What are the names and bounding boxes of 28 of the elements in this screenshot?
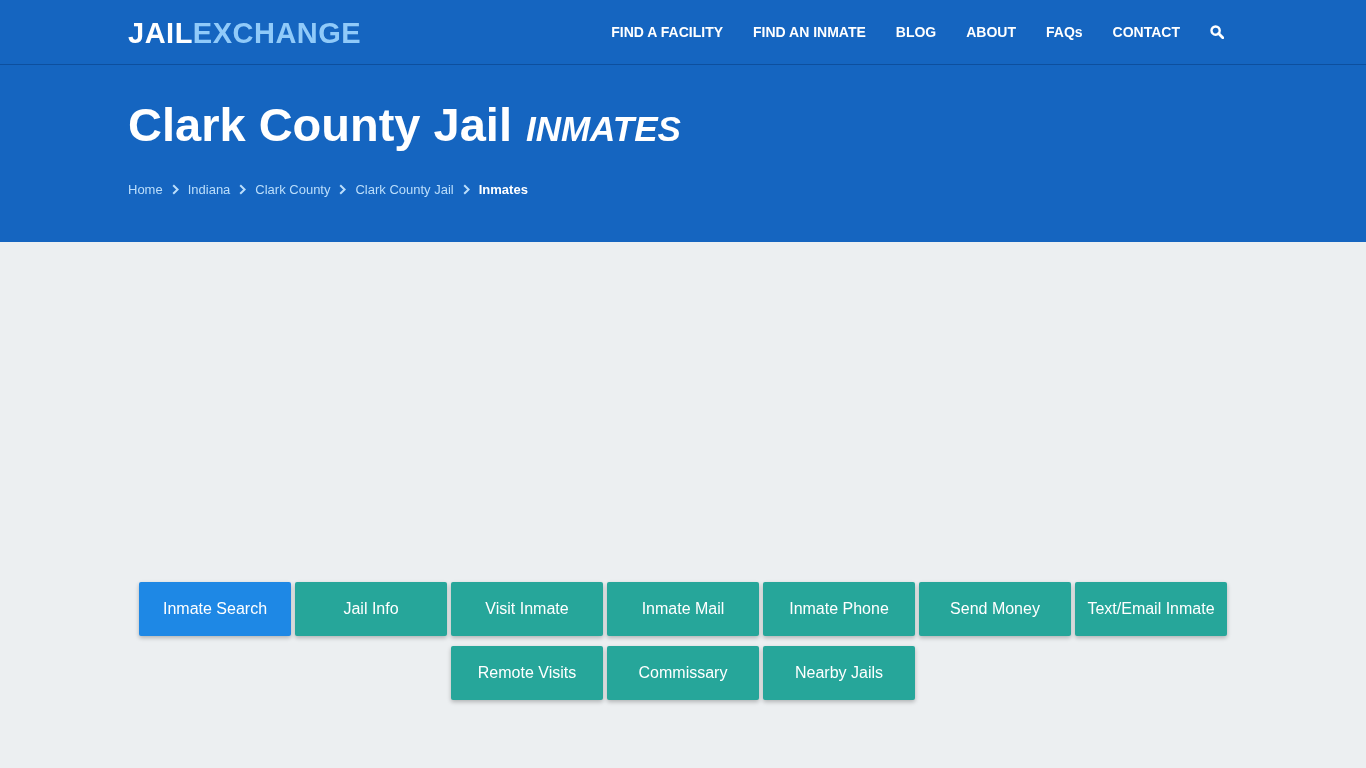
breadcrumb-link[interactable]: Home (128, 180, 163, 200)
nav-link[interactable]: FIND A FACILITY (611, 21, 723, 43)
action-button[interactable]: Visit Inmate (451, 582, 603, 636)
action-button[interactable]: Send Money (919, 582, 1071, 636)
action-button[interactable]: Inmate Search (139, 582, 291, 636)
nav-link[interactable]: FAQs (1046, 21, 1083, 43)
action-button[interactable]: Nearby Jails (763, 646, 915, 700)
breadcrumb-link[interactable]: Indiana (187, 180, 231, 200)
nav-link[interactable]: CONTACT (1112, 21, 1180, 43)
chevron-right-icon (339, 184, 347, 196)
nav-link[interactable]: ABOUT (966, 21, 1016, 43)
chevron-right-icon (462, 184, 470, 196)
nav-link[interactable]: FIND AN INMATE (753, 21, 866, 43)
breadcrumb-link[interactable]: Clark County Jail (355, 180, 454, 200)
action-button[interactable]: Text/Email Inmate (1075, 582, 1227, 636)
chevron-right-icon (239, 184, 247, 196)
site-logo[interactable]: JAILEXCHANGE (128, 18, 362, 48)
search-icon[interactable] (1210, 25, 1224, 39)
breadcrumb-link[interactable]: Inmates (478, 180, 528, 200)
page-subtitle: INMATES (525, 111, 681, 146)
action-button[interactable]: Inmate Mail (607, 582, 759, 636)
nav-link[interactable]: BLOG (895, 21, 937, 43)
action-button[interactable]: Remote Visits (451, 646, 603, 700)
breadcrumb-link[interactable]: Clark County (255, 180, 331, 200)
chevron-right-icon (171, 184, 179, 196)
action-button[interactable]: Commissary (607, 646, 759, 700)
action-button[interactable]: Inmate Phone (763, 582, 915, 636)
action-button[interactable]: Jail Info (295, 582, 447, 636)
